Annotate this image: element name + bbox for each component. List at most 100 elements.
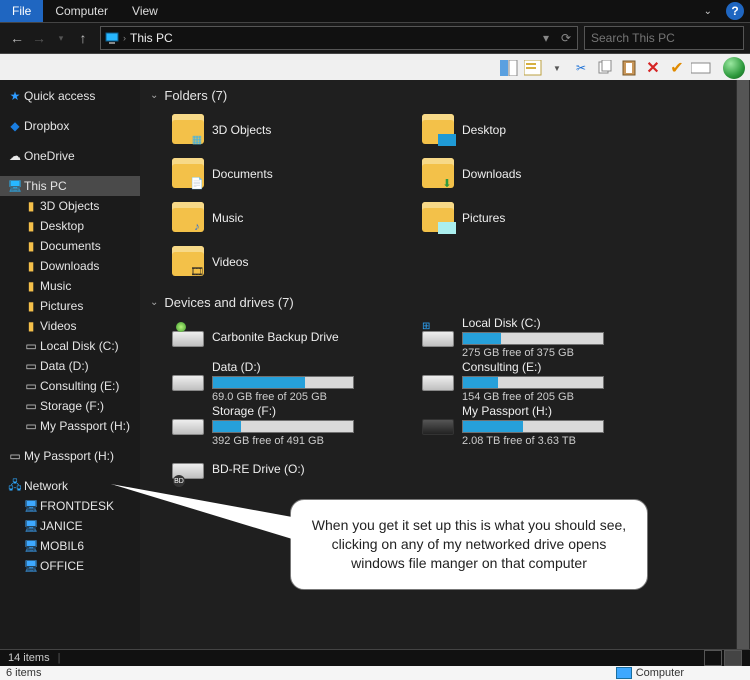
tree-network-pc[interactable]: 🖥JANICE	[0, 516, 140, 536]
search-box[interactable]: 🔍	[584, 26, 744, 50]
rename-icon[interactable]	[691, 58, 711, 78]
tree-quick-access[interactable]: ★Quick access	[0, 86, 140, 106]
folders-group: ⌄Folders (7) ▦3D Objects Desktop 📄Docume…	[150, 88, 740, 281]
menu-computer[interactable]: Computer	[43, 0, 120, 22]
tree-item[interactable]: ▭Local Disk (C:)	[0, 336, 140, 356]
tiles-view-icon[interactable]	[724, 650, 742, 666]
details-pane-icon[interactable]	[523, 58, 543, 78]
menu-bar: File Computer View ⌄ ?	[0, 0, 750, 23]
file-explorer-window: File Computer View ⌄ ? ← → ▾ ↑ › This PC…	[0, 0, 750, 680]
globe-icon[interactable]	[723, 57, 745, 79]
pc-icon	[101, 32, 123, 44]
drive-tile[interactable]: ⊞Local Disk (C:)275 GB free of 375 GB	[420, 318, 630, 356]
folder-tile[interactable]: Desktop	[420, 111, 630, 149]
folder-tile[interactable]: ▦3D Objects	[170, 111, 380, 149]
drives-header[interactable]: ⌄Devices and drives (7)	[150, 295, 740, 310]
folder-icon: ▮	[22, 299, 40, 313]
tree-item[interactable]: ▮3D Objects	[0, 196, 140, 216]
drive-tile[interactable]: BDBD-RE Drive (O:)	[170, 450, 380, 488]
status-item-count: 14 items	[8, 652, 50, 664]
navigation-bar: ← → ▾ ↑ › This PC ▾ ⟳ 🔍	[0, 23, 750, 54]
drive-icon: ▭	[22, 339, 40, 353]
outer-computer-label: Computer	[636, 667, 684, 679]
tree-item[interactable]: ▮Pictures	[0, 296, 140, 316]
pc-icon: 🖥	[6, 179, 24, 193]
usage-bar	[462, 420, 604, 433]
address-bar[interactable]: › This PC ▾ ⟳	[100, 26, 578, 50]
tree-network-pc[interactable]: 🖥FRONTDESK	[0, 496, 140, 516]
cut-icon[interactable]: ✂	[571, 58, 591, 78]
tree-my-passport[interactable]: ▭My Passport (H:)	[0, 446, 140, 466]
copy-icon[interactable]	[595, 58, 615, 78]
usage-bar	[212, 376, 354, 389]
computer-icon: 🖥	[22, 519, 40, 533]
drive-tile[interactable]: My Passport (H:)2.08 TB free of 3.63 TB	[420, 406, 630, 444]
outer-status-bar: 6 items Computer	[0, 666, 750, 680]
tree-item[interactable]: ▭My Passport (H:)	[0, 416, 140, 436]
folder-icon: ▮	[22, 239, 40, 253]
external-drive-icon: ▭	[6, 449, 24, 463]
folder-icon: ▮	[22, 199, 40, 213]
tree-item[interactable]: ▮Downloads	[0, 256, 140, 276]
vertical-scrollbar[interactable]	[736, 80, 750, 650]
drive-tile[interactable]: Data (D:)69.0 GB free of 205 GB	[170, 362, 380, 400]
computer-icon: 🖥	[22, 499, 40, 513]
details-view-icon[interactable]	[704, 650, 722, 666]
tree-item[interactable]: ▮Music	[0, 276, 140, 296]
folder-tile[interactable]: ♪Music	[170, 199, 380, 237]
tree-item[interactable]: ▭Data (D:)	[0, 356, 140, 376]
status-bar: 14 items |	[0, 649, 750, 666]
back-button[interactable]: ←	[6, 27, 28, 49]
folder-tile[interactable]: 🎞Videos	[170, 243, 380, 281]
preview-pane-icon[interactable]	[499, 58, 519, 78]
folder-icon: ▮	[22, 259, 40, 273]
tree-item[interactable]: ▭Storage (F:)	[0, 396, 140, 416]
tree-item[interactable]: ▮Documents	[0, 236, 140, 256]
drive-icon: ▭	[22, 359, 40, 373]
menu-view[interactable]: View	[120, 0, 170, 22]
computer-icon	[616, 667, 632, 679]
computer-icon: 🖥	[22, 539, 40, 553]
address-history-dropdown[interactable]: ▾	[537, 31, 555, 45]
ribbon-expand-icon[interactable]: ⌄	[704, 0, 712, 22]
chevron-down-icon: ⌄	[150, 90, 158, 101]
drive-tile[interactable]: Carbonite Backup Drive	[170, 318, 380, 356]
recent-dropdown-icon[interactable]: ▾	[50, 27, 72, 49]
tree-item[interactable]: ▮Videos	[0, 316, 140, 336]
tree-dropbox[interactable]: ◆Dropbox	[0, 116, 140, 136]
view-dropdown-icon[interactable]: ▼	[547, 58, 567, 78]
refresh-icon[interactable]: ⟳	[555, 31, 577, 45]
navigation-tree: ★Quick access ◆Dropbox ☁OneDrive 🖥This P…	[0, 80, 140, 650]
help-icon[interactable]: ?	[726, 2, 744, 20]
windows-logo-icon: ⊞	[422, 321, 430, 332]
menu-file[interactable]: File	[0, 0, 43, 22]
search-input[interactable]	[585, 31, 750, 45]
computer-icon: 🖥	[22, 559, 40, 573]
tree-network-pc[interactable]: 🖥MOBIL6	[0, 536, 140, 556]
tree-item[interactable]: ▭Consulting (E:)	[0, 376, 140, 396]
tree-onedrive[interactable]: ☁OneDrive	[0, 146, 140, 166]
forward-button[interactable]: →	[28, 27, 50, 49]
drive-tile[interactable]: Storage (F:)392 GB free of 491 GB	[170, 406, 380, 444]
drive-icon: ▭	[22, 399, 40, 413]
folder-icon: ▮	[22, 279, 40, 293]
usage-bar	[462, 376, 604, 389]
delete-icon[interactable]: ✕	[643, 58, 663, 78]
paste-icon[interactable]	[619, 58, 639, 78]
checkmark-icon[interactable]: ✔	[667, 58, 687, 78]
cloud-icon: ☁	[6, 149, 24, 163]
folder-tile[interactable]: 📄Documents	[170, 155, 380, 193]
network-icon: 🖧	[6, 476, 24, 497]
drive-icon: ▭	[22, 419, 40, 433]
tree-item[interactable]: ▮Desktop	[0, 216, 140, 236]
chevron-down-icon: ⌄	[150, 297, 158, 308]
drives-group: ⌄Devices and drives (7) Carbonite Backup…	[150, 295, 740, 488]
drive-tile[interactable]: Consulting (E:)154 GB free of 205 GB	[420, 362, 630, 400]
tree-network-pc[interactable]: 🖥OFFICE	[0, 556, 140, 576]
tree-this-pc[interactable]: 🖥This PC	[0, 176, 140, 196]
folder-tile[interactable]: ⬇Downloads	[420, 155, 630, 193]
breadcrumb-thispc[interactable]: This PC	[126, 31, 177, 45]
folder-tile[interactable]: Pictures	[420, 199, 630, 237]
folders-header[interactable]: ⌄Folders (7)	[150, 88, 740, 103]
up-button[interactable]: ↑	[72, 27, 94, 49]
